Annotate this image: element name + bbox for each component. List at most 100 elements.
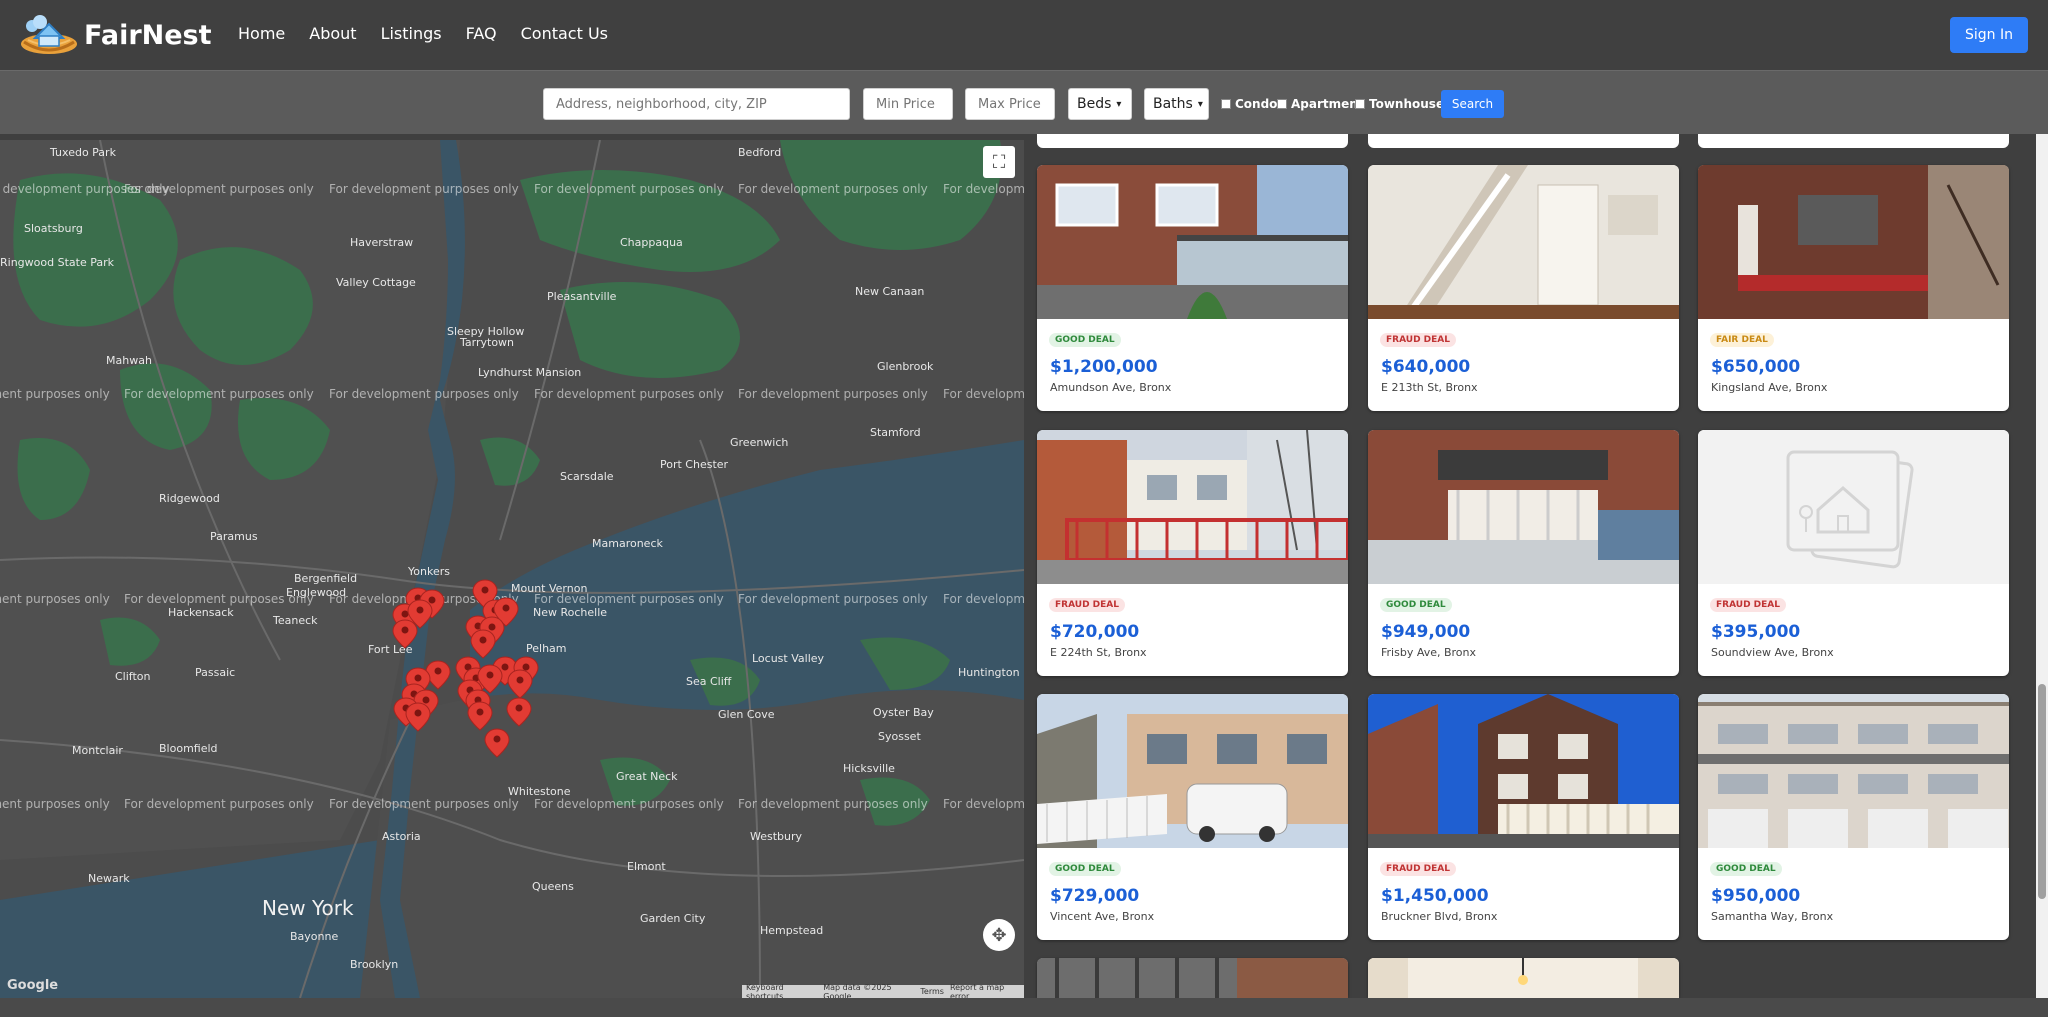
listing-photo-image <box>1698 694 2009 848</box>
map-panel[interactable]: For development purposes only For develo… <box>0 140 1024 998</box>
report-map-error-link[interactable]: Report a map error <box>950 983 1020 999</box>
nav-listings[interactable]: Listings <box>381 24 442 43</box>
listing-address: Amundson Ave, Bronx <box>1050 381 1172 394</box>
listing-price: $1,200,000 <box>1050 357 1158 377</box>
listing-photo-image <box>1368 165 1679 319</box>
listing-card-partial[interactable] <box>1368 134 1679 148</box>
listing-card[interactable]: GOOD DEAL $950,000 Samantha Way, Bronx <box>1698 694 2009 940</box>
deal-badge: GOOD DEAL <box>1049 333 1121 347</box>
terms-link[interactable]: Terms <box>920 987 944 996</box>
listing-address: Kingsland Ave, Bronx <box>1711 381 1828 394</box>
listing-photo-image <box>1698 165 2009 319</box>
listing-card[interactable]: FRAUD DEAL $1,450,000 Bruckner Blvd, Bro… <box>1368 694 1679 940</box>
apartment-checkbox[interactable]: Apartment <box>1277 97 1364 111</box>
deal-badge: FAIR DEAL <box>1710 333 1774 347</box>
nav-home[interactable]: Home <box>238 24 285 43</box>
listing-photo-image <box>1368 958 1679 998</box>
search-button[interactable]: Search <box>1441 90 1504 118</box>
brand-name: FairNest <box>84 19 212 51</box>
nav-faq[interactable]: FAQ <box>466 24 497 43</box>
page-bottom-strip <box>0 998 2048 1017</box>
min-price-input[interactable] <box>863 88 953 120</box>
listing-card-partial[interactable] <box>1698 134 2009 148</box>
listing-pin[interactable] <box>484 728 510 758</box>
listing-card[interactable]: GOOD DEAL $1,200,000 Amundson Ave, Bronx <box>1037 165 1348 411</box>
deal-badge: FRAUD DEAL <box>1380 862 1456 876</box>
listing-photo-placeholder <box>1698 430 2009 584</box>
listing-address: Samantha Way, Bronx <box>1711 910 1834 923</box>
condo-checkbox[interactable]: Condo <box>1221 97 1277 111</box>
listing-pin[interactable] <box>470 629 496 659</box>
nav-contact[interactable]: Contact Us <box>521 24 608 43</box>
map-pins-layer <box>392 579 539 758</box>
beds-select-label: Beds <box>1077 96 1112 112</box>
listing-price: $1,450,000 <box>1381 886 1489 906</box>
baths-select[interactable]: Baths ▾ <box>1144 88 1209 120</box>
listing-pin[interactable] <box>467 701 493 731</box>
listing-photo <box>1368 165 1679 319</box>
listing-card[interactable]: FAIR DEAL $650,000 Kingsland Ave, Bronx <box>1698 165 2009 411</box>
max-price-input[interactable] <box>965 88 1055 120</box>
checkbox-box[interactable] <box>1277 99 1287 109</box>
nav-about[interactable]: About <box>309 24 356 43</box>
listing-photo <box>1368 694 1679 848</box>
listing-card[interactable]: GOOD DEAL $729,000 Vincent Ave, Bronx <box>1037 694 1348 940</box>
checkbox-box[interactable] <box>1355 99 1365 109</box>
listing-address: Soundview Ave, Bronx <box>1711 646 1834 659</box>
listing-photo <box>1698 165 2009 319</box>
deal-badge: FRAUD DEAL <box>1380 333 1456 347</box>
listing-address: Bruckner Blvd, Bronx <box>1381 910 1498 923</box>
townhouse-label: Townhouse <box>1369 97 1445 111</box>
scrollbar-thumb[interactable] <box>2038 684 2046 899</box>
keyboard-shortcuts-link[interactable]: Keyboard shortcuts <box>746 983 817 999</box>
listing-price: $720,000 <box>1050 622 1140 642</box>
beds-select[interactable]: Beds ▾ <box>1068 88 1132 120</box>
listing-photo <box>1368 958 1679 998</box>
google-logo: Google <box>7 978 59 993</box>
address-search-input[interactable] <box>543 88 850 120</box>
deal-badge: FRAUD DEAL <box>1049 598 1125 612</box>
listing-pin[interactable] <box>405 702 431 732</box>
listing-address: E 224th St, Bronx <box>1050 646 1147 659</box>
listing-price: $395,000 <box>1711 622 1801 642</box>
townhouse-checkbox[interactable]: Townhouse <box>1355 97 1444 111</box>
listing-card-partial[interactable] <box>1037 958 1348 998</box>
deal-badge: GOOD DEAL <box>1049 862 1121 876</box>
house-placeholder-icon <box>1786 450 1914 569</box>
listing-card[interactable]: GOOD DEAL $949,000 Frisby Ave, Bronx <box>1368 430 1679 676</box>
listing-pin[interactable] <box>506 697 532 727</box>
listing-photo <box>1368 430 1679 584</box>
baths-select-label: Baths <box>1153 96 1193 112</box>
brand-logo[interactable]: FairNest <box>18 14 212 56</box>
listing-photo-image <box>1037 430 1348 584</box>
listing-address: Frisby Ave, Bronx <box>1381 646 1477 659</box>
listing-pin[interactable] <box>392 619 418 649</box>
search-bar: Beds ▾ Baths ▾ Condo Apartment Townhouse S… <box>0 70 2048 134</box>
chevron-down-icon: ▾ <box>1116 98 1122 110</box>
listing-card-partial[interactable] <box>1368 958 1679 998</box>
listing-pin[interactable] <box>507 669 533 699</box>
checkbox-box[interactable] <box>1221 99 1231 109</box>
sign-in-button[interactable]: Sign In <box>1950 17 2028 53</box>
listing-photo <box>1037 958 1348 998</box>
listings-scrollbar[interactable] <box>2036 134 2048 998</box>
deal-badge: FRAUD DEAL <box>1710 598 1786 612</box>
listing-card-partial[interactable] <box>1037 134 1348 148</box>
apartment-label: Apartment <box>1291 97 1364 111</box>
crosshair-icon[interactable]: ✥ <box>983 919 1015 951</box>
condo-label: Condo <box>1235 97 1278 111</box>
listing-price: $949,000 <box>1381 622 1471 642</box>
top-header: FairNest Home About Listings FAQ Contact… <box>0 0 2048 70</box>
listing-photo <box>1698 694 2009 848</box>
listing-photo-image <box>1368 694 1679 848</box>
listing-card[interactable]: FRAUD DEAL $640,000 E 213th St, Bronx <box>1368 165 1679 411</box>
fullscreen-icon[interactable]: ⛶ <box>983 146 1015 178</box>
listing-photo-image <box>1037 958 1348 998</box>
listings-panel: GOOD DEAL $1,200,000 Amundson Ave, Bronx… <box>1024 134 2048 998</box>
listing-price: $950,000 <box>1711 886 1801 906</box>
main-nav: Home About Listings FAQ Contact Us <box>238 24 608 43</box>
listing-price: $650,000 <box>1711 357 1801 377</box>
listing-card[interactable]: FRAUD DEAL $395,000 Soundview Ave, Bronx <box>1698 430 2009 676</box>
listing-photo-image <box>1037 165 1348 319</box>
listing-card[interactable]: FRAUD DEAL $720,000 E 224th St, Bronx <box>1037 430 1348 676</box>
